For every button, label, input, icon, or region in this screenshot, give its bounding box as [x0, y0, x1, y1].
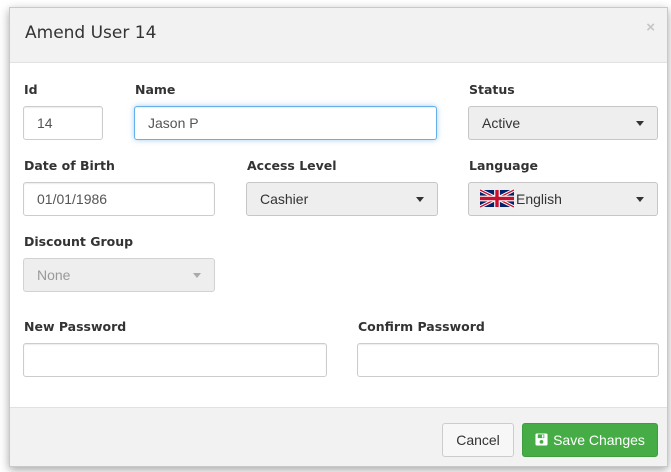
id-label: Id [24, 82, 38, 97]
dialog-footer: Cancel Save Changes [10, 407, 667, 466]
close-icon[interactable]: × [646, 20, 655, 35]
discount-group-label: Discount Group [24, 234, 134, 249]
date-of-birth-field[interactable]: 01/01/1986 [23, 182, 215, 216]
uk-flag-icon [480, 188, 514, 209]
status-label: Status [469, 82, 515, 97]
chevron-down-icon [416, 197, 424, 202]
name-field[interactable]: Jason P [134, 106, 437, 140]
language-label: Language [469, 158, 539, 173]
name-label: Name [135, 82, 176, 97]
discount-group-select[interactable]: None [23, 258, 215, 292]
chevron-down-icon [636, 197, 644, 202]
access-level-select[interactable]: Cashier [246, 182, 438, 216]
save-changes-label: Save Changes [553, 432, 645, 448]
id-field[interactable]: 14 [23, 106, 103, 140]
floppy-disk-icon [535, 433, 548, 446]
discount-group-select-value: None [37, 267, 71, 283]
save-changes-button[interactable]: Save Changes [522, 423, 658, 457]
status-select-value: Active [482, 115, 521, 131]
access-level-select-value: Cashier [260, 191, 309, 207]
new-password-field[interactable] [23, 343, 327, 377]
amend-user-dialog: Amend User 14 × Id 14 Name Jason P Statu… [9, 7, 668, 467]
language-select-value: English [516, 191, 562, 207]
chevron-down-icon [636, 121, 644, 126]
cancel-button[interactable]: Cancel [442, 423, 514, 457]
confirm-password-field[interactable] [357, 343, 659, 377]
language-select[interactable]: English [468, 182, 658, 216]
dialog-header: Amend User 14 × [10, 8, 667, 63]
chevron-down-icon [193, 273, 201, 278]
dialog-title: Amend User 14 [25, 23, 157, 43]
access-level-label: Access Level [247, 158, 337, 173]
confirm-password-label: Confirm Password [358, 319, 485, 334]
status-select[interactable]: Active [468, 106, 658, 140]
new-password-label: New Password [24, 319, 127, 334]
dob-label: Date of Birth [24, 158, 115, 173]
